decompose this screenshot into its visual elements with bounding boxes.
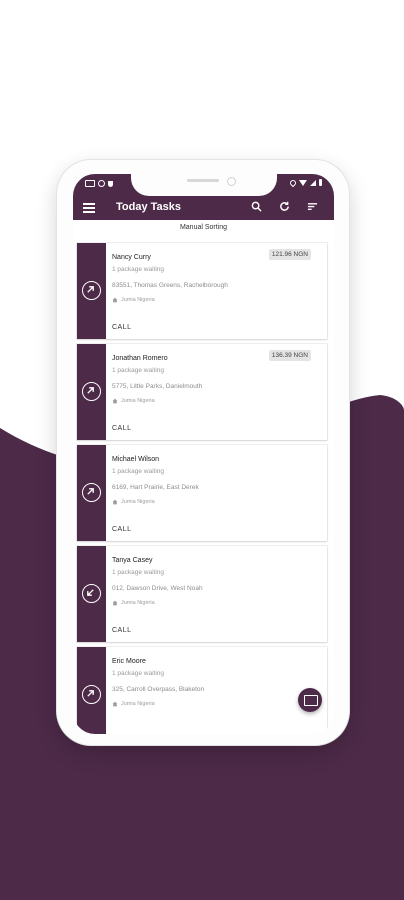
task-strip	[77, 546, 106, 642]
customer-address: 6169, Hart Prairie, East Derek	[112, 484, 199, 491]
task-strip	[77, 243, 106, 339]
sort-icon[interactable]	[304, 200, 320, 216]
arrow-up-right-icon[interactable]	[82, 382, 101, 401]
sorting-label: Manual Sorting	[179, 224, 228, 231]
app-bar: Today Tasks	[73, 196, 334, 220]
customer-name: Michael Wilson	[112, 456, 160, 463]
keyboard-fab[interactable]	[298, 688, 322, 712]
sim-icon	[85, 180, 95, 187]
price-badge: 136.39 NGN	[268, 350, 311, 361]
call-button[interactable]: CALL	[112, 627, 132, 634]
front-camera	[227, 177, 236, 186]
company-row: Jumia Nigeria	[112, 499, 317, 505]
home-icon	[112, 600, 118, 606]
keyboard-icon	[304, 695, 318, 706]
task-card[interactable]: Eric Moore 1 package waiting 325, Carrol…	[77, 647, 327, 734]
signal-icon	[310, 179, 316, 186]
package-count: 1 package waiting	[112, 468, 165, 475]
company-name: Jumia Nigeria	[121, 499, 155, 505]
company-row: Jumia Nigeria	[112, 398, 317, 404]
home-icon	[112, 499, 118, 505]
location-icon	[288, 178, 298, 187]
arrow-down-left-icon[interactable]	[82, 584, 101, 603]
arrow-up-right-icon[interactable]	[82, 281, 101, 300]
customer-name: Eric Moore	[112, 658, 146, 665]
task-card[interactable]: Tanya Casey 1 package waiting 012, Dawso…	[77, 546, 327, 642]
customer-address: 5775, Little Parks, Danielmouth	[112, 383, 203, 390]
app-screen: Today Tasks Manual Sorting Nancy Curry 1…	[73, 174, 334, 734]
call-button[interactable]: CALL	[112, 526, 132, 533]
task-strip	[77, 445, 106, 541]
shield-icon	[108, 180, 113, 187]
task-card[interactable]: Jonathan Romero 1 package waiting 5775, …	[77, 344, 327, 440]
camera-notch	[131, 174, 277, 196]
company-row: Jumia Nigeria	[112, 297, 317, 303]
home-icon	[112, 701, 118, 707]
task-card[interactable]: Nancy Curry 1 package waiting 83551, Tho…	[77, 243, 327, 339]
search-icon[interactable]	[248, 200, 264, 216]
company-name: Jumia Nigeria	[121, 701, 155, 707]
wifi-icon	[299, 179, 307, 186]
company-name: Jumia Nigeria	[121, 398, 155, 404]
battery-icon	[319, 179, 322, 186]
phone-frame: Today Tasks Manual Sorting Nancy Curry 1…	[57, 160, 349, 745]
speaker-grille	[187, 179, 219, 182]
refresh-icon[interactable]	[276, 200, 292, 216]
call-button[interactable]: CALL	[112, 324, 132, 331]
customer-address: 83551, Thomas Greens, Rachelborough	[112, 282, 228, 289]
company-row: Jumia Nigeria	[112, 701, 317, 707]
call-button[interactable]: CALL	[112, 425, 132, 432]
price-badge: 121.96 NGN	[268, 249, 311, 260]
task-strip	[77, 344, 106, 440]
arrow-up-right-icon[interactable]	[82, 685, 101, 704]
alarm-icon	[98, 180, 105, 187]
page-title: Today Tasks	[116, 201, 182, 213]
task-card[interactable]: Michael Wilson 1 package waiting 6169, H…	[77, 445, 327, 541]
menu-icon[interactable]	[83, 203, 95, 213]
package-count: 1 package waiting	[112, 367, 165, 374]
task-list: Nancy Curry 1 package waiting 83551, Tho…	[77, 243, 327, 734]
home-icon	[112, 297, 118, 303]
arrow-up-right-icon[interactable]	[82, 483, 101, 502]
company-name: Jumia Nigeria	[121, 600, 155, 606]
package-count: 1 package waiting	[112, 569, 165, 576]
task-strip	[77, 647, 106, 734]
package-count: 1 package waiting	[112, 266, 165, 273]
customer-address: 012, Dawson Drive, West Noah	[112, 585, 203, 592]
customer-name: Tanya Casey	[112, 557, 153, 564]
customer-address: 325, Carroll Overpass, Blaketon	[112, 686, 205, 693]
home-icon	[112, 398, 118, 404]
package-count: 1 package waiting	[112, 670, 165, 677]
company-name: Jumia Nigeria	[121, 297, 155, 303]
company-row: Jumia Nigeria	[112, 600, 317, 606]
